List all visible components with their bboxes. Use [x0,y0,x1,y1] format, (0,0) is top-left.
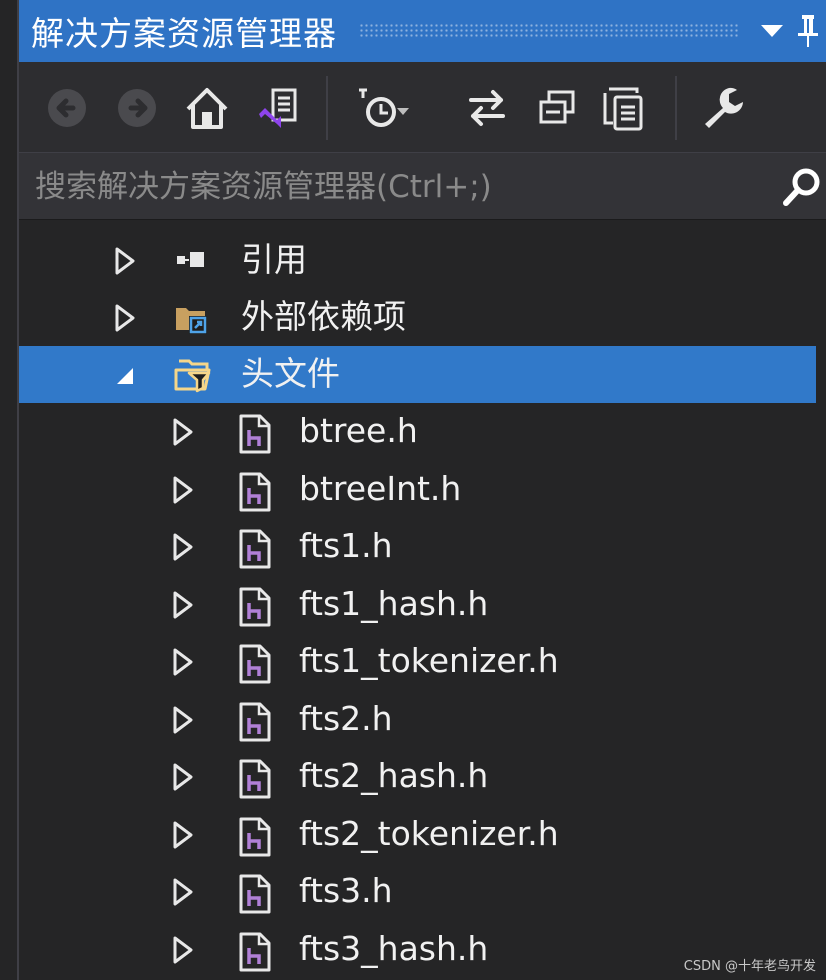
tree-node-label: fts3.h [299,871,393,910]
filter-folder-icon [173,357,211,393]
expand-arrow-icon[interactable] [111,303,139,333]
expand-arrow-icon[interactable] [169,417,197,447]
search-icon[interactable] [778,163,826,211]
toolbar-separator [675,76,677,140]
search-box [19,152,826,221]
tree-node-file[interactable]: fts2_tokenizer.h [19,806,816,863]
expand-arrow-icon[interactable] [169,590,197,620]
header-file-icon [237,587,273,626]
tree-node-label: 引用 [241,240,307,279]
solution-tree: 引用 外部依赖项 头文件 btree.h btreeInt.h fts1.h f… [19,230,826,980]
tree-node-label: 外部依赖项 [241,297,406,336]
external-dependencies-icon [173,300,209,336]
references-icon [173,243,209,279]
header-file-icon [237,759,273,799]
header-file-icon [237,932,273,971]
pin-icon[interactable] [790,11,826,51]
expand-arrow-icon[interactable] [169,475,197,505]
tree-node-label: btreeInt.h [299,468,462,508]
sync-with-active-document-icon[interactable] [459,82,515,134]
home-icon[interactable] [179,82,235,134]
solution-explorer-panel: 解决方案资源管理器 搜索解决方案资源管理器(Ctrl+;) 引用 外部依赖项 头… [19,0,826,980]
header-file-icon [237,702,273,741]
toolbar [19,62,826,152]
expand-arrow-icon[interactable] [111,246,139,276]
tree-node-label: fts1.h [299,526,393,565]
header-file-icon [237,472,273,511]
tree-node-external-dependencies[interactable]: 外部依赖项 [19,289,816,346]
expand-arrow-icon[interactable] [169,820,197,850]
switch-views-icon[interactable] [249,82,305,134]
tree-node-label: fts3_hash.h [299,928,489,968]
tree-node-file[interactable]: fts3.h [19,863,816,920]
tree-node-file[interactable]: btreeInt.h [19,461,816,518]
tree-node-label: fts1_tokenizer.h [299,641,559,680]
expand-arrow-icon[interactable] [169,935,197,965]
tree-node-file[interactable]: btree.h [19,403,816,460]
header-file-icon [237,414,273,454]
forward-icon[interactable] [109,82,165,134]
tree-node-label: fts2.h [299,698,393,738]
pending-changes-filter-icon[interactable] [354,82,410,134]
tree-node-header-files[interactable]: 头文件 [19,346,816,403]
tree-node-file[interactable]: fts1_tokenizer.h [19,633,816,690]
tree-node-label: fts2_hash.h [299,756,489,795]
tree-node-label: btree.h [299,411,418,450]
header-file-icon [237,874,273,914]
tree-node-label: 头文件 [241,354,340,393]
properties-icon[interactable] [695,82,751,134]
back-icon[interactable] [39,82,95,134]
tree-node-references[interactable]: 引用 [19,232,816,289]
expand-arrow-icon[interactable] [169,647,197,677]
collapse-all-icon[interactable] [529,82,585,134]
header-file-icon [237,817,273,856]
collapse-arrow-icon[interactable] [111,360,139,390]
tree-node-file[interactable]: fts2_hash.h [19,748,816,805]
tree-node-file[interactable]: fts1.h [19,518,816,575]
tree-node-label: fts2_tokenizer.h [299,813,559,853]
toolbar-separator [326,76,328,140]
header-file-icon [237,644,273,684]
title-grip[interactable] [359,23,740,39]
expand-arrow-icon[interactable] [169,705,197,735]
panel-title: 解决方案资源管理器 [31,14,337,53]
dropdown-icon[interactable] [754,11,790,51]
tree-node-file[interactable]: fts2.h [19,691,816,748]
expand-arrow-icon[interactable] [169,877,197,907]
tree-node-label: fts1_hash.h [299,583,489,623]
watermark: CSDN @十年老鸟开发 [683,959,816,974]
left-edge [0,0,19,980]
header-file-icon [237,529,273,569]
expand-arrow-icon[interactable] [169,762,197,792]
show-all-files-icon[interactable] [597,82,653,134]
title-bar[interactable]: 解决方案资源管理器 [19,0,826,62]
tree-node-file[interactable]: fts1_hash.h [19,576,816,633]
expand-arrow-icon[interactable] [169,532,197,562]
search-input[interactable] [19,153,777,221]
